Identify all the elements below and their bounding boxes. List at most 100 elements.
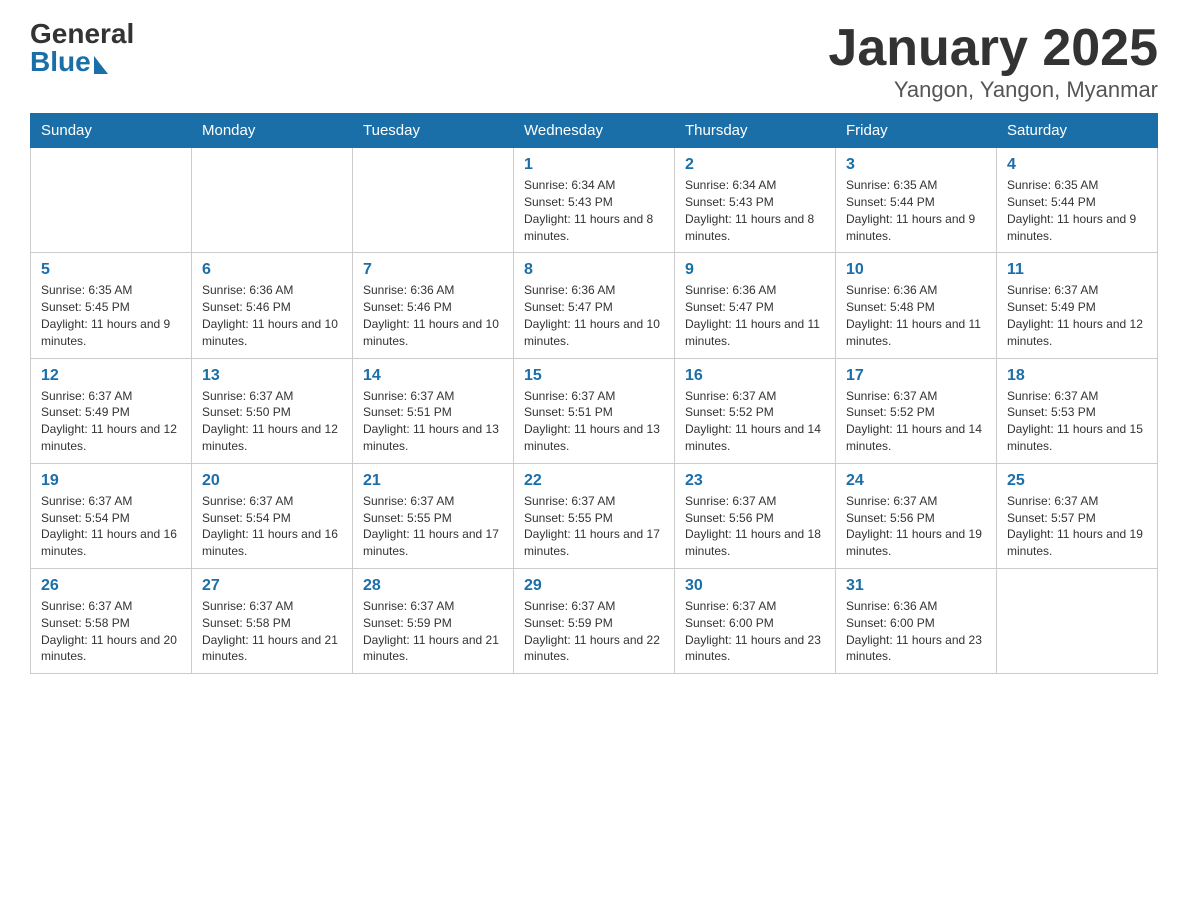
calendar-cell: 23 Sunrise: 6:37 AM Sunset: 5:56 PM Dayli…: [675, 463, 836, 568]
day-number: 14: [363, 367, 503, 385]
day-number: 30: [685, 577, 825, 595]
col-header-saturday: Saturday: [997, 114, 1158, 148]
calendar-cell: [353, 148, 514, 253]
location: Yangon, Yangon, Myanmar: [828, 77, 1158, 103]
calendar-cell: 25 Sunrise: 6:37 AM Sunset: 5:57 PM Dayli…: [997, 463, 1158, 568]
day-info: Sunrise: 6:37 AM Sunset: 5:49 PM Dayligh…: [41, 388, 181, 455]
col-header-tuesday: Tuesday: [353, 114, 514, 148]
calendar-cell: 11 Sunrise: 6:37 AM Sunset: 5:49 PM Dayli…: [997, 253, 1158, 358]
week-row-5: 26 Sunrise: 6:37 AM Sunset: 5:58 PM Dayli…: [31, 568, 1158, 673]
calendar-cell: 5 Sunrise: 6:35 AM Sunset: 5:45 PM Daylig…: [31, 253, 192, 358]
calendar-cell: 3 Sunrise: 6:35 AM Sunset: 5:44 PM Daylig…: [836, 148, 997, 253]
calendar-cell: 1 Sunrise: 6:34 AM Sunset: 5:43 PM Daylig…: [514, 148, 675, 253]
day-number: 6: [202, 261, 342, 279]
day-number: 20: [202, 472, 342, 490]
day-number: 23: [685, 472, 825, 490]
day-number: 19: [41, 472, 181, 490]
day-info: Sunrise: 6:37 AM Sunset: 5:51 PM Dayligh…: [524, 388, 664, 455]
calendar-cell: 12Sunrise: 6:37 AM Sunset: 5:49 PM Dayli…: [31, 358, 192, 463]
calendar-cell: 7Sunrise: 6:36 AM Sunset: 5:46 PM Daylig…: [353, 253, 514, 358]
calendar-cell: 19 Sunrise: 6:37 AM Sunset: 5:54 PM Dayli…: [31, 463, 192, 568]
calendar-cell: 30 Sunrise: 6:37 AM Sunset: 6:00 PM Dayli…: [675, 568, 836, 673]
day-number: 31: [846, 577, 986, 595]
week-row-1: 1 Sunrise: 6:34 AM Sunset: 5:43 PM Daylig…: [31, 148, 1158, 253]
calendar-cell: 24Sunrise: 6:37 AM Sunset: 5:56 PM Dayli…: [836, 463, 997, 568]
calendar-cell: 13Sunrise: 6:37 AM Sunset: 5:50 PM Dayli…: [192, 358, 353, 463]
calendar-cell: 22 Sunrise: 6:37 AM Sunset: 5:55 PM Dayli…: [514, 463, 675, 568]
calendar-cell: 4 Sunrise: 6:35 AM Sunset: 5:44 PM Daylig…: [997, 148, 1158, 253]
col-header-thursday: Thursday: [675, 114, 836, 148]
day-number: 28: [363, 577, 503, 595]
calendar-cell: 2Sunrise: 6:34 AM Sunset: 5:43 PM Daylig…: [675, 148, 836, 253]
calendar-cell: 18Sunrise: 6:37 AM Sunset: 5:53 PM Dayli…: [997, 358, 1158, 463]
calendar-cell: 26 Sunrise: 6:37 AM Sunset: 5:58 PM Dayli…: [31, 568, 192, 673]
calendar-table: SundayMondayTuesdayWednesdayThursdayFrid…: [30, 113, 1158, 674]
day-info: Sunrise: 6:35 AM Sunset: 5:44 PM Dayligh…: [846, 177, 986, 244]
calendar-cell: 15Sunrise: 6:37 AM Sunset: 5:51 PM Dayli…: [514, 358, 675, 463]
calendar-cell: 27 Sunrise: 6:37 AM Sunset: 5:58 PM Dayli…: [192, 568, 353, 673]
day-number: 8: [524, 261, 664, 279]
day-number: 25: [1007, 472, 1147, 490]
day-number: 10: [846, 261, 986, 279]
day-number: 13: [202, 367, 342, 385]
week-row-2: 5 Sunrise: 6:35 AM Sunset: 5:45 PM Daylig…: [31, 253, 1158, 358]
day-info: Sunrise: 6:36 AM Sunset: 6:00 PM Dayligh…: [846, 598, 986, 665]
day-info: Sunrise: 6:37 AM Sunset: 5:57 PM Dayligh…: [1007, 493, 1147, 560]
header-row: SundayMondayTuesdayWednesdayThursdayFrid…: [31, 114, 1158, 148]
day-info: Sunrise: 6:37 AM Sunset: 5:58 PM Dayligh…: [202, 598, 342, 665]
day-number: 4: [1007, 156, 1147, 174]
day-number: 9: [685, 261, 825, 279]
day-number: 7: [363, 261, 503, 279]
calendar-cell: 17 Sunrise: 6:37 AM Sunset: 5:52 PM Dayli…: [836, 358, 997, 463]
day-info: Sunrise: 6:37 AM Sunset: 5:56 PM Dayligh…: [685, 493, 825, 560]
week-row-3: 12Sunrise: 6:37 AM Sunset: 5:49 PM Dayli…: [31, 358, 1158, 463]
calendar-cell: 28Sunrise: 6:37 AM Sunset: 5:59 PM Dayli…: [353, 568, 514, 673]
day-info: Sunrise: 6:37 AM Sunset: 5:54 PM Dayligh…: [41, 493, 181, 560]
day-info: Sunrise: 6:37 AM Sunset: 5:55 PM Dayligh…: [524, 493, 664, 560]
calendar-cell: 21Sunrise: 6:37 AM Sunset: 5:55 PM Dayli…: [353, 463, 514, 568]
day-number: 1: [524, 156, 664, 174]
day-info: Sunrise: 6:35 AM Sunset: 5:45 PM Dayligh…: [41, 282, 181, 349]
week-row-4: 19 Sunrise: 6:37 AM Sunset: 5:54 PM Dayli…: [31, 463, 1158, 568]
col-header-monday: Monday: [192, 114, 353, 148]
day-number: 17: [846, 367, 986, 385]
calendar-cell: [192, 148, 353, 253]
calendar-cell: 16 Sunrise: 6:37 AM Sunset: 5:52 PM Dayli…: [675, 358, 836, 463]
day-number: 5: [41, 261, 181, 279]
logo: General Blue: [30, 20, 134, 76]
day-info: Sunrise: 6:34 AM Sunset: 5:43 PM Dayligh…: [524, 177, 664, 244]
page-header: General Blue January 2025 Yangon, Yangon…: [30, 20, 1158, 103]
calendar-cell: [31, 148, 192, 253]
day-info: Sunrise: 6:37 AM Sunset: 5:58 PM Dayligh…: [41, 598, 181, 665]
calendar-cell: 10Sunrise: 6:36 AM Sunset: 5:48 PM Dayli…: [836, 253, 997, 358]
day-number: 26: [41, 577, 181, 595]
day-info: Sunrise: 6:37 AM Sunset: 6:00 PM Dayligh…: [685, 598, 825, 665]
calendar-cell: 8 Sunrise: 6:36 AM Sunset: 5:47 PM Daylig…: [514, 253, 675, 358]
logo-general: General: [30, 20, 134, 48]
day-info: Sunrise: 6:37 AM Sunset: 5:51 PM Dayligh…: [363, 388, 503, 455]
day-info: Sunrise: 6:37 AM Sunset: 5:52 PM Dayligh…: [846, 388, 986, 455]
day-number: 16: [685, 367, 825, 385]
day-number: 18: [1007, 367, 1147, 385]
logo-blue: Blue: [30, 48, 134, 76]
calendar-cell: 14 Sunrise: 6:37 AM Sunset: 5:51 PM Dayli…: [353, 358, 514, 463]
day-info: Sunrise: 6:36 AM Sunset: 5:47 PM Dayligh…: [685, 282, 825, 349]
day-info: Sunrise: 6:37 AM Sunset: 5:52 PM Dayligh…: [685, 388, 825, 455]
day-info: Sunrise: 6:37 AM Sunset: 5:56 PM Dayligh…: [846, 493, 986, 560]
day-info: Sunrise: 6:37 AM Sunset: 5:54 PM Dayligh…: [202, 493, 342, 560]
logo-arrow-icon: [94, 56, 108, 74]
day-number: 11: [1007, 261, 1147, 279]
calendar-cell: 20 Sunrise: 6:37 AM Sunset: 5:54 PM Dayli…: [192, 463, 353, 568]
day-info: Sunrise: 6:36 AM Sunset: 5:47 PM Dayligh…: [524, 282, 664, 349]
day-number: 29: [524, 577, 664, 595]
day-info: Sunrise: 6:37 AM Sunset: 5:49 PM Dayligh…: [1007, 282, 1147, 349]
col-header-wednesday: Wednesday: [514, 114, 675, 148]
calendar-cell: 29Sunrise: 6:37 AM Sunset: 5:59 PM Dayli…: [514, 568, 675, 673]
col-header-sunday: Sunday: [31, 114, 192, 148]
day-info: Sunrise: 6:35 AM Sunset: 5:44 PM Dayligh…: [1007, 177, 1147, 244]
col-header-friday: Friday: [836, 114, 997, 148]
day-number: 22: [524, 472, 664, 490]
day-number: 3: [846, 156, 986, 174]
day-number: 27: [202, 577, 342, 595]
day-number: 21: [363, 472, 503, 490]
